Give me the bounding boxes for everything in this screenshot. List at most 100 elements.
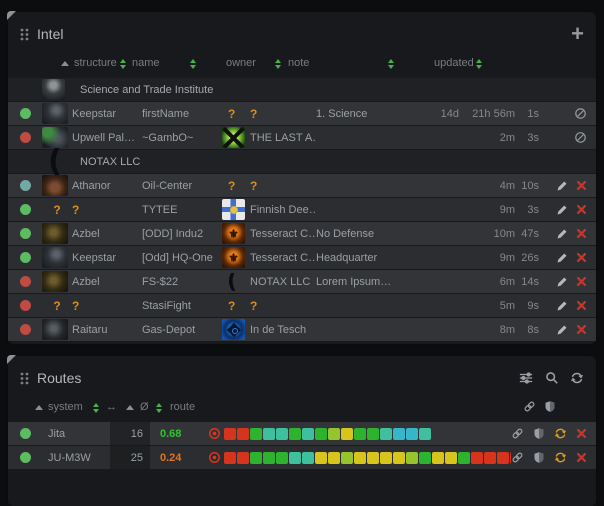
route-row[interactable]: Jita160.68 — [8, 422, 596, 445]
sort-icon[interactable] — [120, 59, 126, 69]
route-avg-security: 0.24 — [150, 452, 208, 464]
routes-panel-header: Routes — [8, 356, 596, 392]
structure-name: ~GambO~ — [142, 132, 222, 144]
structure-image-cell — [42, 175, 72, 196]
shield-toggle-icon[interactable] — [533, 451, 545, 464]
column-header-system[interactable]: system — [48, 401, 83, 413]
status-dot — [20, 108, 31, 119]
refresh-icon[interactable] — [570, 371, 584, 385]
column-header-name[interactable]: name — [132, 57, 160, 69]
route-jump-square — [328, 428, 340, 440]
delete-button[interactable] — [576, 300, 587, 311]
panel-fold-corner — [7, 355, 16, 364]
route-jump-square — [341, 428, 353, 440]
delete-button[interactable] — [576, 276, 587, 287]
edit-button[interactable] — [556, 228, 568, 240]
status-cell — [8, 252, 42, 263]
unknown-owner-mark: ? — [228, 299, 235, 313]
column-header-structure[interactable]: structure — [74, 57, 117, 69]
column-header-updated[interactable]: updated — [434, 57, 474, 69]
sort-icon[interactable] — [275, 59, 281, 69]
route-jump-square — [432, 452, 444, 464]
route-avg-security: 0.68 — [150, 428, 208, 440]
route-start-icon — [208, 427, 221, 440]
column-header-avg-security[interactable]: Ø — [140, 401, 149, 413]
intel-row[interactable]: AthanorOil-Center??4m10s — [8, 174, 596, 197]
edit-button[interactable] — [556, 180, 568, 192]
delete-button[interactable] — [576, 252, 587, 263]
delete-button[interactable] — [576, 180, 587, 191]
intel-row[interactable]: Upwell Pal…~GambO~THE LAST A…2m3s — [8, 126, 596, 149]
sort-icon[interactable] — [476, 59, 482, 69]
unknown-structure-mark: ? — [53, 299, 60, 313]
route-settings-icon[interactable] — [518, 371, 534, 385]
sort-icon[interactable] — [156, 403, 162, 413]
column-header-jumps[interactable]: ↔ — [106, 401, 117, 413]
intel-group-row[interactable]: (NOTAX LLC — [8, 150, 596, 173]
shield-toggle-icon[interactable] — [533, 427, 545, 440]
intel-row[interactable]: ??StasiFight??5m9s — [8, 294, 596, 317]
edit-button[interactable] — [556, 252, 568, 264]
sort-icon[interactable] — [190, 59, 196, 69]
row-actions — [539, 276, 596, 288]
refresh-route-button[interactable] — [554, 451, 567, 464]
group-logo — [42, 79, 72, 100]
drag-handle-icon[interactable] — [20, 372, 29, 385]
sort-asc-icon[interactable] — [61, 61, 69, 66]
add-structure-button[interactable]: + — [571, 27, 584, 41]
intel-row[interactable]: ??TYTEEFinnish Dee…9m3s — [8, 198, 596, 221]
structure-type: Azbel — [72, 276, 142, 288]
owner-logo-icon: ⚜ — [222, 223, 245, 244]
updated-days: 14d — [425, 108, 459, 120]
link-toggle-icon[interactable] — [511, 451, 524, 464]
intel-row[interactable]: KeepstarfirstName??1. Science14d21h 56m1… — [8, 102, 596, 125]
column-header-note[interactable]: note — [288, 57, 309, 69]
route-row[interactable]: JU-M3W250.24 — [8, 446, 596, 469]
route-jump-square — [458, 452, 470, 464]
route-jump-square — [367, 452, 379, 464]
sort-asc-icon[interactable] — [35, 405, 43, 410]
intel-row[interactable]: AzbelFS-$22(NOTAX LLCLorem Ipsum…6m14s — [8, 270, 596, 293]
structure-image-cell — [42, 271, 72, 292]
structure-image-cell — [42, 223, 72, 244]
status-cell — [8, 428, 42, 439]
route-jump-square — [471, 452, 483, 464]
delete-route-button[interactable] — [576, 452, 587, 463]
sort-icon[interactable] — [93, 403, 99, 413]
edit-button[interactable] — [556, 204, 568, 216]
edit-button[interactable] — [556, 324, 568, 336]
group-label: NOTAX LLC — [80, 156, 140, 168]
delete-button[interactable] — [576, 228, 587, 239]
owner-logo-cell — [222, 199, 250, 220]
unknown-owner-mark: ? — [228, 107, 235, 121]
column-header-route[interactable]: route — [170, 401, 195, 413]
delete-route-button[interactable] — [576, 428, 587, 439]
status-dot — [20, 428, 31, 439]
sort-asc-icon[interactable] — [126, 405, 134, 410]
owner-logo-cell: ( — [222, 273, 250, 291]
blocked-icon — [574, 107, 587, 120]
unknown-owner-mark: ? — [250, 299, 257, 313]
delete-button[interactable] — [576, 324, 587, 335]
refresh-route-button[interactable] — [554, 427, 567, 440]
intel-row[interactable]: Keepstar[Odd] HQ-One⚜Tesseract C…Headqua… — [8, 246, 596, 269]
sort-icon[interactable] — [388, 59, 394, 69]
route-jump-square — [289, 428, 301, 440]
search-icon[interactable] — [545, 371, 559, 385]
intel-row[interactable]: RaitaruGas-DepotIn de Tesch8m8s — [8, 318, 596, 341]
status-cell — [8, 452, 42, 463]
delete-button[interactable] — [576, 204, 587, 215]
structure-image — [42, 247, 68, 268]
drag-handle-icon[interactable] — [20, 28, 29, 41]
note: 1. Science — [316, 108, 425, 120]
route-jump-square — [406, 428, 418, 440]
edit-button[interactable] — [556, 300, 568, 312]
row-actions — [539, 324, 596, 336]
route-jump-square — [276, 452, 288, 464]
edit-button[interactable] — [556, 276, 568, 288]
intel-group-row[interactable]: Science and Trade Institute — [8, 78, 596, 101]
link-toggle-icon[interactable] — [511, 427, 524, 440]
column-header-owner[interactable]: owner — [226, 57, 256, 69]
intel-row[interactable]: Azbel[ODD] Indu2⚜Tesseract C…No Defense1… — [8, 222, 596, 245]
owner-logo-cell: ⚜ — [222, 247, 250, 268]
